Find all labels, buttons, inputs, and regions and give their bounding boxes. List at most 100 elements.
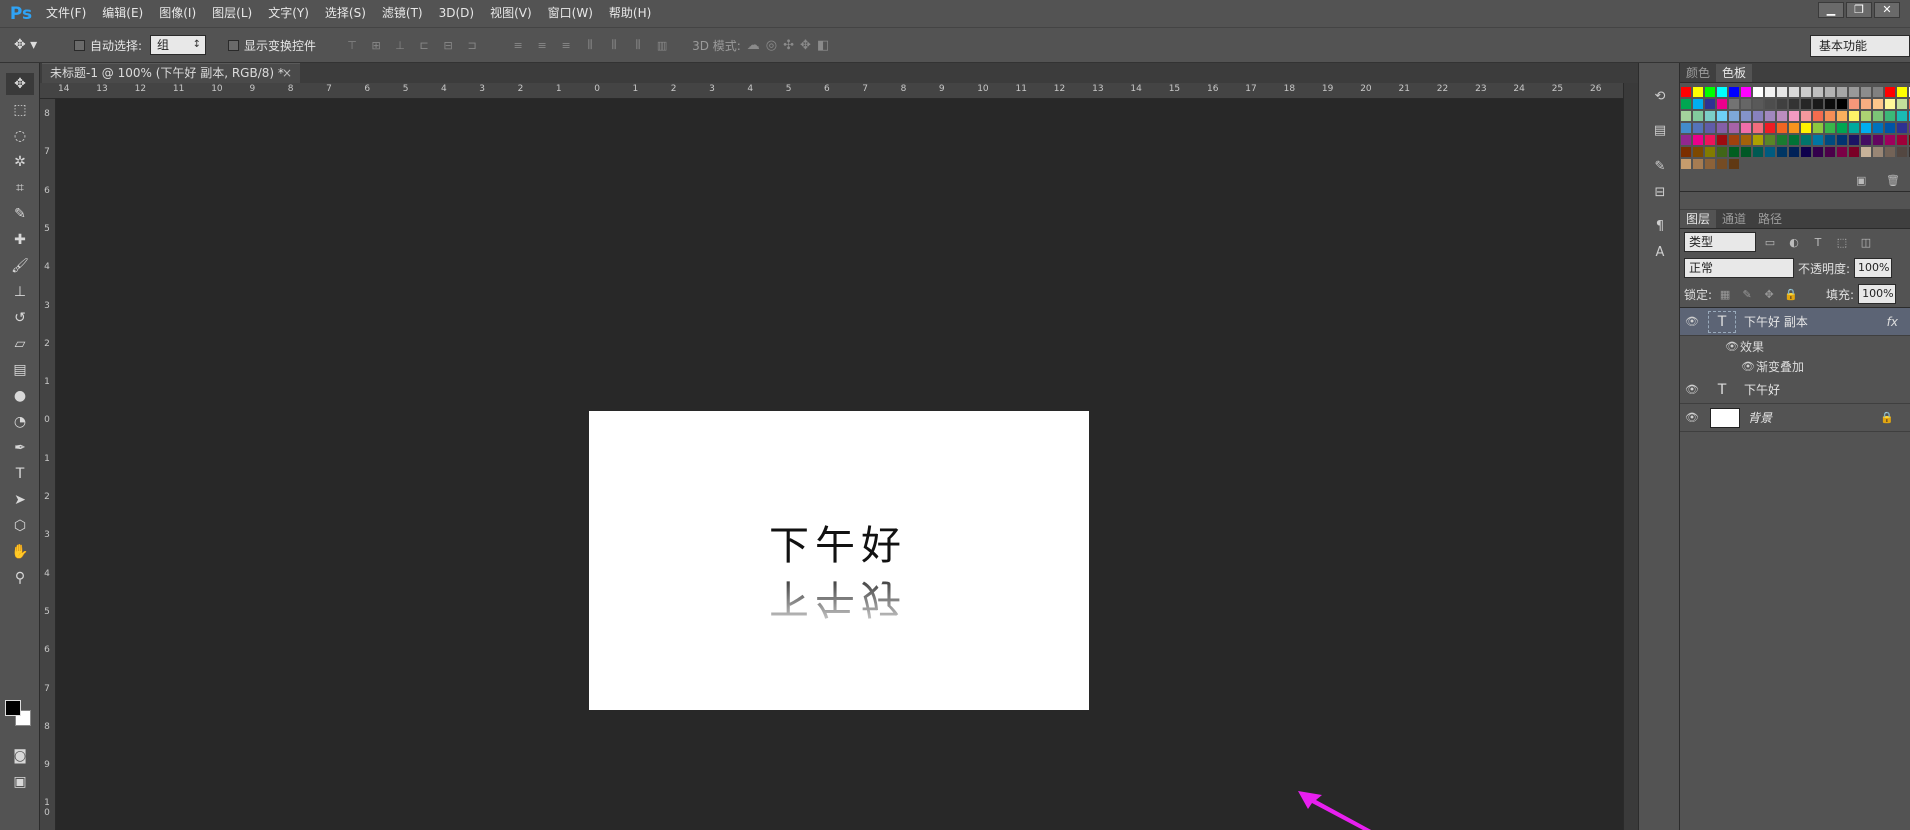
eyedropper-tool-icon[interactable]: ✎ xyxy=(6,203,34,225)
color-swatch[interactable] xyxy=(1873,147,1883,157)
color-swatch[interactable] xyxy=(1801,123,1811,133)
color-swatch[interactable] xyxy=(1789,123,1799,133)
color-swatch[interactable] xyxy=(1801,135,1811,145)
lock-position-icon[interactable]: ✥ xyxy=(1760,288,1778,301)
color-swatch[interactable] xyxy=(1753,87,1763,97)
canvas-area[interactable]: 下午好 下午好 xyxy=(56,99,1623,830)
layer-name[interactable]: 背景 xyxy=(1748,409,1772,426)
3d-drag-icon[interactable]: ✣ xyxy=(783,38,794,53)
color-swatch[interactable] xyxy=(1789,147,1799,157)
color-swatch[interactable] xyxy=(1681,123,1691,133)
color-swatch[interactable] xyxy=(1729,147,1739,157)
color-swatch[interactable] xyxy=(1813,111,1823,121)
color-swatch[interactable] xyxy=(1777,87,1787,97)
color-swatch[interactable] xyxy=(1693,159,1703,169)
tab-color[interactable]: 颜色 xyxy=(1680,64,1716,82)
type-tool-icon[interactable]: T xyxy=(6,463,34,485)
filter-adjustment-icon[interactable]: ◐ xyxy=(1784,236,1804,249)
color-swatch[interactable] xyxy=(1837,147,1847,157)
color-swatch[interactable] xyxy=(1741,99,1751,109)
move-tool-icon[interactable]: ✥ xyxy=(6,73,34,95)
color-swatch[interactable] xyxy=(1897,135,1907,145)
layer-name[interactable]: 下午好 副本 xyxy=(1744,313,1808,330)
color-swatch[interactable] xyxy=(1681,159,1691,169)
color-swatch[interactable] xyxy=(1813,135,1823,145)
color-swatch[interactable] xyxy=(1729,135,1739,145)
tab-paths[interactable]: 路径 xyxy=(1752,210,1788,228)
visibility-eye-icon[interactable]: 👁 xyxy=(1680,383,1704,396)
color-swatch[interactable] xyxy=(1681,147,1691,157)
pen-tool-icon[interactable]: ✒ xyxy=(6,437,34,459)
color-swatch[interactable] xyxy=(1897,123,1907,133)
visibility-eye-icon[interactable]: 👁 xyxy=(1680,411,1704,424)
distribute-vcenter-icon[interactable]: ≡ xyxy=(532,35,552,55)
effect-gradient-row[interactable]: 👁 渐变叠加 xyxy=(1680,356,1910,376)
color-swatch[interactable] xyxy=(1837,111,1847,121)
color-swatch[interactable] xyxy=(1789,111,1799,121)
color-swatch[interactable] xyxy=(1729,111,1739,121)
color-swatch[interactable] xyxy=(1717,99,1727,109)
color-swatch[interactable] xyxy=(1729,87,1739,97)
color-swatch[interactable] xyxy=(1825,147,1835,157)
color-swatch[interactable] xyxy=(1861,147,1871,157)
show-transform-checkbox[interactable] xyxy=(228,39,240,51)
color-swatch[interactable] xyxy=(1729,123,1739,133)
color-swatch[interactable] xyxy=(1837,99,1847,109)
color-swatch[interactable] xyxy=(1717,111,1727,121)
color-swatch[interactable] xyxy=(1705,111,1715,121)
color-swatch[interactable] xyxy=(1717,147,1727,157)
auto-select-option[interactable]: 自动选择: xyxy=(74,37,142,54)
layer-fx-icon[interactable]: fx xyxy=(1887,315,1898,329)
restore-button[interactable]: ❐ xyxy=(1846,2,1872,18)
distribute-bottom-icon[interactable]: ≡ xyxy=(556,35,576,55)
color-swatch[interactable] xyxy=(1681,99,1691,109)
color-swatch[interactable] xyxy=(1753,147,1763,157)
color-swatch[interactable] xyxy=(1825,99,1835,109)
color-swatch[interactable] xyxy=(1705,123,1715,133)
opacity-input[interactable]: 100% xyxy=(1854,258,1893,278)
3d-slide-icon[interactable]: ✥ xyxy=(800,38,811,53)
blur-tool-icon[interactable]: ● xyxy=(6,385,34,407)
color-swatch[interactable] xyxy=(1705,99,1715,109)
color-swatch[interactable] xyxy=(1717,87,1727,97)
color-swatch[interactable] xyxy=(1801,99,1811,109)
color-swatch[interactable] xyxy=(1777,111,1787,121)
color-swatch[interactable] xyxy=(1765,123,1775,133)
color-swatch[interactable] xyxy=(1789,87,1799,97)
color-swatch[interactable] xyxy=(1885,135,1895,145)
color-swatch[interactable] xyxy=(1837,87,1847,97)
align-vcenter-icon[interactable]: ⊞ xyxy=(366,35,386,55)
color-swatch[interactable] xyxy=(1897,111,1907,121)
eraser-tool-icon[interactable]: ▱ xyxy=(6,333,34,355)
3d-rotate-icon[interactable]: ☁ xyxy=(747,38,760,53)
color-swatch[interactable] xyxy=(1849,87,1859,97)
color-swatch[interactable] xyxy=(1705,135,1715,145)
menu-type[interactable]: 文字(Y) xyxy=(260,0,317,27)
color-swatch[interactable] xyxy=(1849,111,1859,121)
foreground-color-swatch[interactable] xyxy=(5,700,21,716)
color-swatch[interactable] xyxy=(1717,123,1727,133)
menu-3d[interactable]: 3D(D) xyxy=(431,0,482,27)
layer-row-text[interactable]: 👁 T 下午好 xyxy=(1680,376,1910,404)
effects-row[interactable]: 👁 效果 xyxy=(1680,336,1910,356)
vertical-scrollbar[interactable] xyxy=(1623,83,1638,830)
lasso-tool-icon[interactable]: ◌ xyxy=(6,125,34,147)
screen-mode-icon[interactable]: ▣ xyxy=(6,771,34,793)
tab-layers[interactable]: 图层 xyxy=(1680,210,1717,228)
menu-filter[interactable]: 滤镜(T) xyxy=(374,0,431,27)
menu-file[interactable]: 文件(F) xyxy=(38,0,94,27)
color-swatch[interactable] xyxy=(1705,159,1715,169)
color-swatch[interactable] xyxy=(1813,123,1823,133)
color-swatch[interactable] xyxy=(1825,123,1835,133)
history-brush-tool-icon[interactable]: ↺ xyxy=(6,307,34,329)
color-swatch[interactable] xyxy=(1861,87,1871,97)
auto-select-checkbox[interactable] xyxy=(74,39,85,51)
color-swatch[interactable] xyxy=(1705,87,1715,97)
color-swatch[interactable] xyxy=(1861,99,1871,109)
filter-type-icon[interactable]: T xyxy=(1808,236,1828,249)
shape-tool-icon[interactable]: ⬡ xyxy=(6,515,34,537)
filter-pixel-icon[interactable]: ▭ xyxy=(1760,236,1780,249)
color-swatch[interactable] xyxy=(1801,111,1811,121)
color-swatch[interactable] xyxy=(1813,147,1823,157)
color-swatch[interactable] xyxy=(1873,135,1883,145)
